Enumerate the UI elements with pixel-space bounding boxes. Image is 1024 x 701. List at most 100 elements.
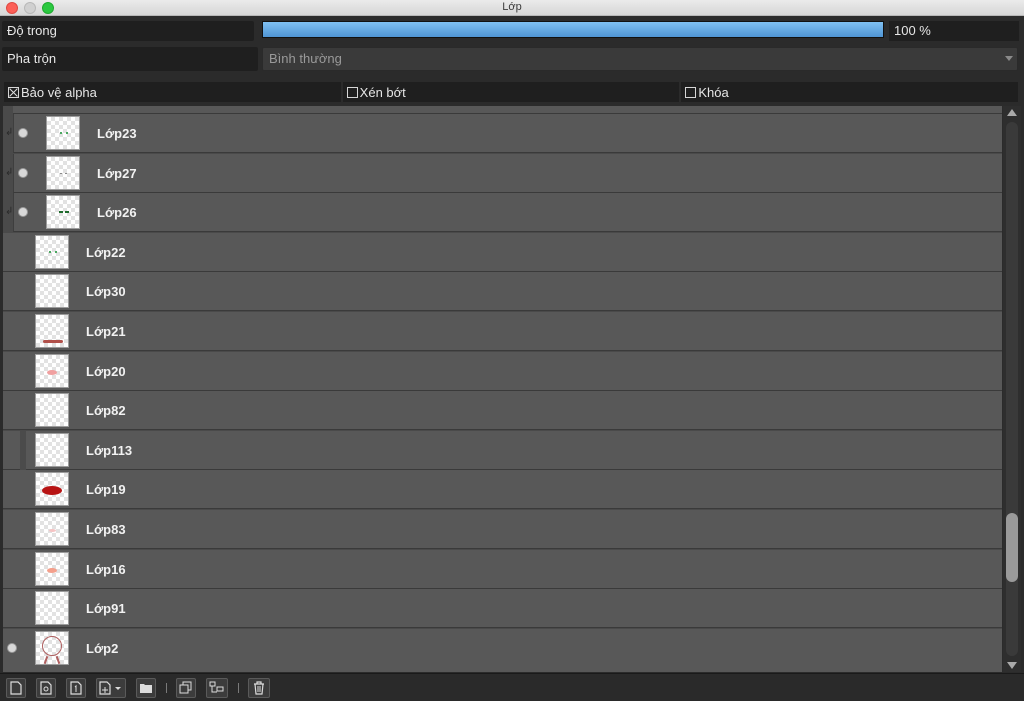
layer-thumbnail — [35, 274, 69, 308]
layer-list[interactable]: ↲ Lớp23 ↲ Lớp27 ↲ Lớp26 Lớp22 Lớp30 Lớp21 Lớp20 Lớ… — [3, 106, 1002, 672]
toolbar-divider — [166, 683, 167, 693]
layer-row[interactable]: ↲ Lớp23 — [5, 114, 1002, 153]
opacity-slider-fill — [263, 22, 883, 37]
protect-alpha-label: Bảo vệ alpha — [21, 84, 97, 100]
new-page-icon — [10, 681, 22, 695]
add-dropdown-icon — [99, 681, 121, 695]
visibility-toggle[interactable] — [7, 405, 17, 415]
visibility-toggle[interactable] — [7, 326, 17, 336]
layer-thumbnail — [35, 354, 69, 388]
new-folder-button[interactable] — [136, 678, 156, 698]
layer-name: Lớp21 — [86, 324, 126, 339]
layer-name: Lớp2 — [86, 641, 119, 656]
layer-toolbar — [0, 673, 1024, 701]
scrollbar-thumb[interactable] — [1006, 513, 1018, 582]
layer-row[interactable]: Lớp91 — [3, 589, 1002, 628]
layer-thumbnail — [35, 512, 69, 546]
layer-name: Lớp82 — [86, 403, 126, 418]
opacity-value[interactable]: 100 % — [889, 21, 1019, 41]
checkbox-icon[interactable] — [346, 86, 358, 98]
clip-link-icon: ↲ — [5, 167, 14, 178]
checkbox-icon[interactable] — [8, 86, 19, 98]
opacity-slider[interactable] — [262, 21, 884, 38]
add-layer-menu-button[interactable] — [96, 678, 126, 698]
visibility-toggle[interactable] — [7, 286, 17, 296]
trash-icon — [254, 681, 264, 695]
new-1bit-layer-button[interactable] — [66, 678, 86, 698]
scroll-down-arrow-icon[interactable] — [1007, 662, 1017, 669]
layer-name: Lớp22 — [86, 245, 126, 260]
visibility-toggle[interactable] — [7, 484, 17, 494]
layer-row[interactable]: Lớp20 — [3, 352, 1002, 391]
visibility-toggle[interactable] — [18, 128, 28, 138]
visibility-toggle[interactable] — [7, 564, 17, 574]
layer-row[interactable]: Lớp83 — [3, 510, 1002, 549]
new-vector-icon — [40, 681, 52, 695]
layer-row-partial[interactable] — [13, 106, 1002, 114]
layer-thumbnail — [46, 116, 80, 150]
layer-row[interactable]: Lớp2 — [3, 629, 1002, 668]
new-vector-layer-button[interactable] — [36, 678, 56, 698]
layer-name: Lớp83 — [86, 522, 126, 537]
layer-name: Lớp26 — [97, 205, 137, 220]
title-bar: Lớp — [0, 0, 1024, 16]
duplicate-icon — [179, 681, 192, 694]
layer-row-partial[interactable] — [3, 666, 1002, 672]
folder-icon — [140, 684, 152, 693]
chevron-down-icon — [1005, 56, 1013, 61]
layer-name: Lớp20 — [86, 364, 126, 379]
layer-name: Lớp23 — [97, 126, 137, 141]
layer-thumbnail — [35, 433, 69, 467]
blend-mode-value: Bình thường — [269, 51, 342, 66]
layer-thumbnail — [46, 156, 80, 190]
layer-thumbnail — [35, 314, 69, 348]
visibility-toggle[interactable] — [7, 247, 17, 257]
layer-options-row: Bảo vệ alpha Xén bớt Khóa — [4, 82, 1019, 102]
layer-row[interactable]: Lớp19 — [3, 470, 1002, 509]
visibility-toggle[interactable] — [18, 168, 28, 178]
layer-thumbnail — [35, 235, 69, 269]
lock-label: Khóa — [698, 84, 729, 100]
layer-thumbnail — [35, 552, 69, 586]
layer-row[interactable]: Lớp30 — [3, 272, 1002, 311]
lock-checkbox[interactable]: Khóa — [681, 82, 1019, 102]
layer-list-scrollbar[interactable] — [1003, 106, 1021, 672]
layer-row[interactable]: ↲ Lớp26 — [5, 193, 1002, 232]
layer-thumbnail — [35, 591, 69, 625]
layer-thumbnail — [35, 472, 69, 506]
visibility-toggle[interactable] — [7, 366, 17, 376]
visibility-toggle[interactable] — [7, 643, 17, 653]
delete-layer-button[interactable] — [248, 678, 270, 698]
duplicate-layer-button[interactable] — [176, 678, 196, 698]
visibility-toggle[interactable] — [18, 207, 28, 217]
visibility-toggle[interactable] — [7, 445, 17, 455]
protect-alpha-checkbox[interactable]: Bảo vệ alpha — [4, 82, 341, 102]
layer-name: Lớp19 — [86, 482, 126, 497]
layer-row[interactable]: Lớp82 — [3, 391, 1002, 430]
scrollbar-track[interactable] — [1006, 122, 1018, 656]
layer-thumbnail — [35, 631, 69, 665]
checkbox-icon[interactable] — [685, 86, 697, 98]
layer-row[interactable]: Lớp113 — [3, 431, 1002, 470]
clipping-checkbox[interactable]: Xén bớt — [342, 82, 680, 102]
clipping-label: Xén bớt — [359, 84, 406, 100]
layer-name: Lớp16 — [86, 562, 126, 577]
layer-row[interactable]: ↲ Lớp27 — [5, 154, 1002, 193]
layer-row[interactable]: Lớp16 — [3, 550, 1002, 589]
blend-mode-select[interactable]: Bình thường — [262, 47, 1018, 71]
layer-name: Lớp113 — [86, 443, 133, 458]
window-title: Lớp — [502, 1, 522, 13]
layer-name: Lớp27 — [97, 166, 137, 181]
new-layer-button[interactable] — [6, 678, 26, 698]
scroll-up-arrow-icon[interactable] — [1007, 109, 1017, 116]
layer-row[interactable]: Lớp21 — [3, 312, 1002, 351]
clip-link-icon: ↲ — [5, 127, 14, 138]
selection-strip — [20, 431, 26, 470]
merge-down-button[interactable] — [206, 678, 228, 698]
visibility-toggle[interactable] — [7, 603, 17, 613]
visibility-toggle[interactable] — [7, 524, 17, 534]
layer-row[interactable]: Lớp22 — [3, 233, 1002, 272]
merge-icon — [209, 681, 224, 693]
toolbar-divider — [238, 683, 239, 693]
layer-thumbnail — [46, 195, 80, 229]
